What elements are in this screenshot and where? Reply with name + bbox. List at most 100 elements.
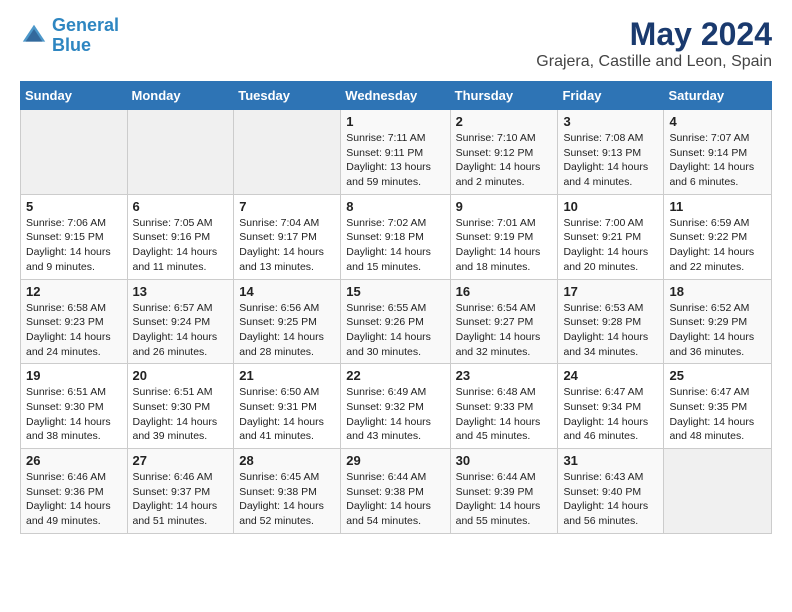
- day-number: 5: [26, 199, 122, 214]
- weekday-header-tuesday: Tuesday: [234, 82, 341, 110]
- header: General Blue May 2024 Grajera, Castille …: [20, 16, 772, 71]
- day-info: Sunrise: 6:45 AM Sunset: 9:38 PM Dayligh…: [239, 470, 335, 529]
- day-number: 13: [133, 284, 229, 299]
- day-number: 18: [669, 284, 766, 299]
- subtitle: Grajera, Castille and Leon, Spain: [536, 53, 772, 71]
- calendar-cell: 5Sunrise: 7:06 AM Sunset: 9:15 PM Daylig…: [21, 194, 128, 279]
- day-number: 11: [669, 199, 766, 214]
- day-number: 10: [563, 199, 658, 214]
- day-info: Sunrise: 6:51 AM Sunset: 9:30 PM Dayligh…: [26, 385, 122, 444]
- calendar-cell: 2 Sunrise: 7:10 AM Sunset: 9:12 PM Daylig…: [450, 110, 558, 195]
- day-info: Sunrise: 6:55 AM Sunset: 9:26 PM Dayligh…: [346, 301, 444, 360]
- calendar-cell: 21 Sunrise: 6:50 AM Sunset: 9:31 PM Dayli…: [234, 364, 341, 449]
- calendar-cell: 22Sunrise: 6:49 AM Sunset: 9:32 PM Dayli…: [341, 364, 450, 449]
- day-number: 12: [26, 284, 122, 299]
- calendar-cell: 10Sunrise: 7:00 AM Sunset: 9:21 PM Dayli…: [558, 194, 664, 279]
- day-number: 14: [239, 284, 335, 299]
- calendar-week-row: 1Sunrise: 7:11 AM Sunset: 9:11 PM Daylig…: [21, 110, 772, 195]
- day-info: Sunrise: 6:47 AM Sunset: 9:34 PM Dayligh…: [563, 385, 658, 444]
- calendar-week-row: 26 Sunrise: 6:46 AM Sunset: 9:36 PM Dayli…: [21, 449, 772, 534]
- calendar-cell: [21, 110, 128, 195]
- weekday-header-saturday: Saturday: [664, 82, 772, 110]
- day-info: Sunrise: 6:52 AM Sunset: 9:29 PM Dayligh…: [669, 301, 766, 360]
- day-number: 7: [239, 199, 335, 214]
- day-number: 22: [346, 368, 444, 383]
- calendar-cell: 24 Sunrise: 6:47 AM Sunset: 9:34 PM Dayli…: [558, 364, 664, 449]
- day-info: Sunrise: 6:51 AM Sunset: 9:30 PM Dayligh…: [133, 385, 229, 444]
- day-number: 21: [239, 368, 335, 383]
- title-area: May 2024 Grajera, Castille and Leon, Spa…: [536, 16, 772, 71]
- calendar-week-row: 19Sunrise: 6:51 AM Sunset: 9:30 PM Dayli…: [21, 364, 772, 449]
- day-info: Sunrise: 7:08 AM Sunset: 9:13 PM Dayligh…: [563, 131, 658, 190]
- logo-area: General Blue: [20, 16, 119, 56]
- page: General Blue May 2024 Grajera, Castille …: [0, 0, 792, 550]
- calendar-cell: 16Sunrise: 6:54 AM Sunset: 9:27 PM Dayli…: [450, 279, 558, 364]
- day-info: Sunrise: 6:57 AM Sunset: 9:24 PM Dayligh…: [133, 301, 229, 360]
- logo-general: General: [52, 15, 119, 35]
- calendar-week-row: 12Sunrise: 6:58 AM Sunset: 9:23 PM Dayli…: [21, 279, 772, 364]
- day-number: 15: [346, 284, 444, 299]
- day-info: Sunrise: 6:47 AM Sunset: 9:35 PM Dayligh…: [669, 385, 766, 444]
- calendar-cell: 8Sunrise: 7:02 AM Sunset: 9:18 PM Daylig…: [341, 194, 450, 279]
- day-info: Sunrise: 6:54 AM Sunset: 9:27 PM Dayligh…: [456, 301, 553, 360]
- weekday-header-monday: Monday: [127, 82, 234, 110]
- weekday-header-wednesday: Wednesday: [341, 82, 450, 110]
- calendar-cell: 20 Sunrise: 6:51 AM Sunset: 9:30 PM Dayli…: [127, 364, 234, 449]
- day-info: Sunrise: 6:50 AM Sunset: 9:31 PM Dayligh…: [239, 385, 335, 444]
- calendar-cell: 11 Sunrise: 6:59 AM Sunset: 9:22 PM Dayli…: [664, 194, 772, 279]
- day-number: 26: [26, 453, 122, 468]
- day-number: 20: [133, 368, 229, 383]
- day-info: Sunrise: 6:46 AM Sunset: 9:36 PM Dayligh…: [26, 470, 122, 529]
- day-info: Sunrise: 6:44 AM Sunset: 9:39 PM Dayligh…: [456, 470, 553, 529]
- day-number: 28: [239, 453, 335, 468]
- calendar-table: SundayMondayTuesdayWednesdayThursdayFrid…: [20, 81, 772, 534]
- logo-blue: Blue: [52, 35, 91, 55]
- main-title: May 2024: [536, 16, 772, 53]
- logo-icon: [20, 22, 48, 50]
- day-info: Sunrise: 6:46 AM Sunset: 9:37 PM Dayligh…: [133, 470, 229, 529]
- calendar-header-row: SundayMondayTuesdayWednesdayThursdayFrid…: [21, 82, 772, 110]
- day-number: 30: [456, 453, 553, 468]
- day-info: Sunrise: 6:48 AM Sunset: 9:33 PM Dayligh…: [456, 385, 553, 444]
- day-number: 4: [669, 114, 766, 129]
- day-info: Sunrise: 6:44 AM Sunset: 9:38 PM Dayligh…: [346, 470, 444, 529]
- weekday-header-friday: Friday: [558, 82, 664, 110]
- calendar-cell: 17Sunrise: 6:53 AM Sunset: 9:28 PM Dayli…: [558, 279, 664, 364]
- calendar-cell: 18 Sunrise: 6:52 AM Sunset: 9:29 PM Dayli…: [664, 279, 772, 364]
- calendar-cell: 1Sunrise: 7:11 AM Sunset: 9:11 PM Daylig…: [341, 110, 450, 195]
- calendar-cell: 15 Sunrise: 6:55 AM Sunset: 9:26 PM Dayli…: [341, 279, 450, 364]
- calendar-cell: 26 Sunrise: 6:46 AM Sunset: 9:36 PM Dayli…: [21, 449, 128, 534]
- day-number: 23: [456, 368, 553, 383]
- calendar-cell: 12Sunrise: 6:58 AM Sunset: 9:23 PM Dayli…: [21, 279, 128, 364]
- calendar-cell: 29 Sunrise: 6:44 AM Sunset: 9:38 PM Dayli…: [341, 449, 450, 534]
- day-number: 25: [669, 368, 766, 383]
- calendar-cell: 31Sunrise: 6:43 AM Sunset: 9:40 PM Dayli…: [558, 449, 664, 534]
- calendar-week-row: 5Sunrise: 7:06 AM Sunset: 9:15 PM Daylig…: [21, 194, 772, 279]
- logo-text: General Blue: [52, 16, 119, 56]
- calendar-cell: [234, 110, 341, 195]
- calendar-cell: 6 Sunrise: 7:05 AM Sunset: 9:16 PM Daylig…: [127, 194, 234, 279]
- day-number: 6: [133, 199, 229, 214]
- calendar-cell: 27Sunrise: 6:46 AM Sunset: 9:37 PM Dayli…: [127, 449, 234, 534]
- weekday-header-sunday: Sunday: [21, 82, 128, 110]
- day-info: Sunrise: 7:05 AM Sunset: 9:16 PM Dayligh…: [133, 216, 229, 275]
- calendar-cell: 13 Sunrise: 6:57 AM Sunset: 9:24 PM Dayli…: [127, 279, 234, 364]
- day-number: 24: [563, 368, 658, 383]
- day-info: Sunrise: 6:56 AM Sunset: 9:25 PM Dayligh…: [239, 301, 335, 360]
- calendar-cell: 4Sunrise: 7:07 AM Sunset: 9:14 PM Daylig…: [664, 110, 772, 195]
- calendar-cell: 14 Sunrise: 6:56 AM Sunset: 9:25 PM Dayli…: [234, 279, 341, 364]
- day-info: Sunrise: 6:59 AM Sunset: 9:22 PM Dayligh…: [669, 216, 766, 275]
- day-number: 29: [346, 453, 444, 468]
- calendar-cell: [664, 449, 772, 534]
- day-number: 8: [346, 199, 444, 214]
- calendar-cell: 7 Sunrise: 7:04 AM Sunset: 9:17 PM Daylig…: [234, 194, 341, 279]
- day-number: 2: [456, 114, 553, 129]
- day-info: Sunrise: 7:01 AM Sunset: 9:19 PM Dayligh…: [456, 216, 553, 275]
- calendar-cell: 30 Sunrise: 6:44 AM Sunset: 9:39 PM Dayli…: [450, 449, 558, 534]
- day-info: Sunrise: 7:04 AM Sunset: 9:17 PM Dayligh…: [239, 216, 335, 275]
- calendar-cell: 28 Sunrise: 6:45 AM Sunset: 9:38 PM Dayli…: [234, 449, 341, 534]
- day-info: Sunrise: 7:10 AM Sunset: 9:12 PM Dayligh…: [456, 131, 553, 190]
- day-info: Sunrise: 6:43 AM Sunset: 9:40 PM Dayligh…: [563, 470, 658, 529]
- day-number: 9: [456, 199, 553, 214]
- day-number: 17: [563, 284, 658, 299]
